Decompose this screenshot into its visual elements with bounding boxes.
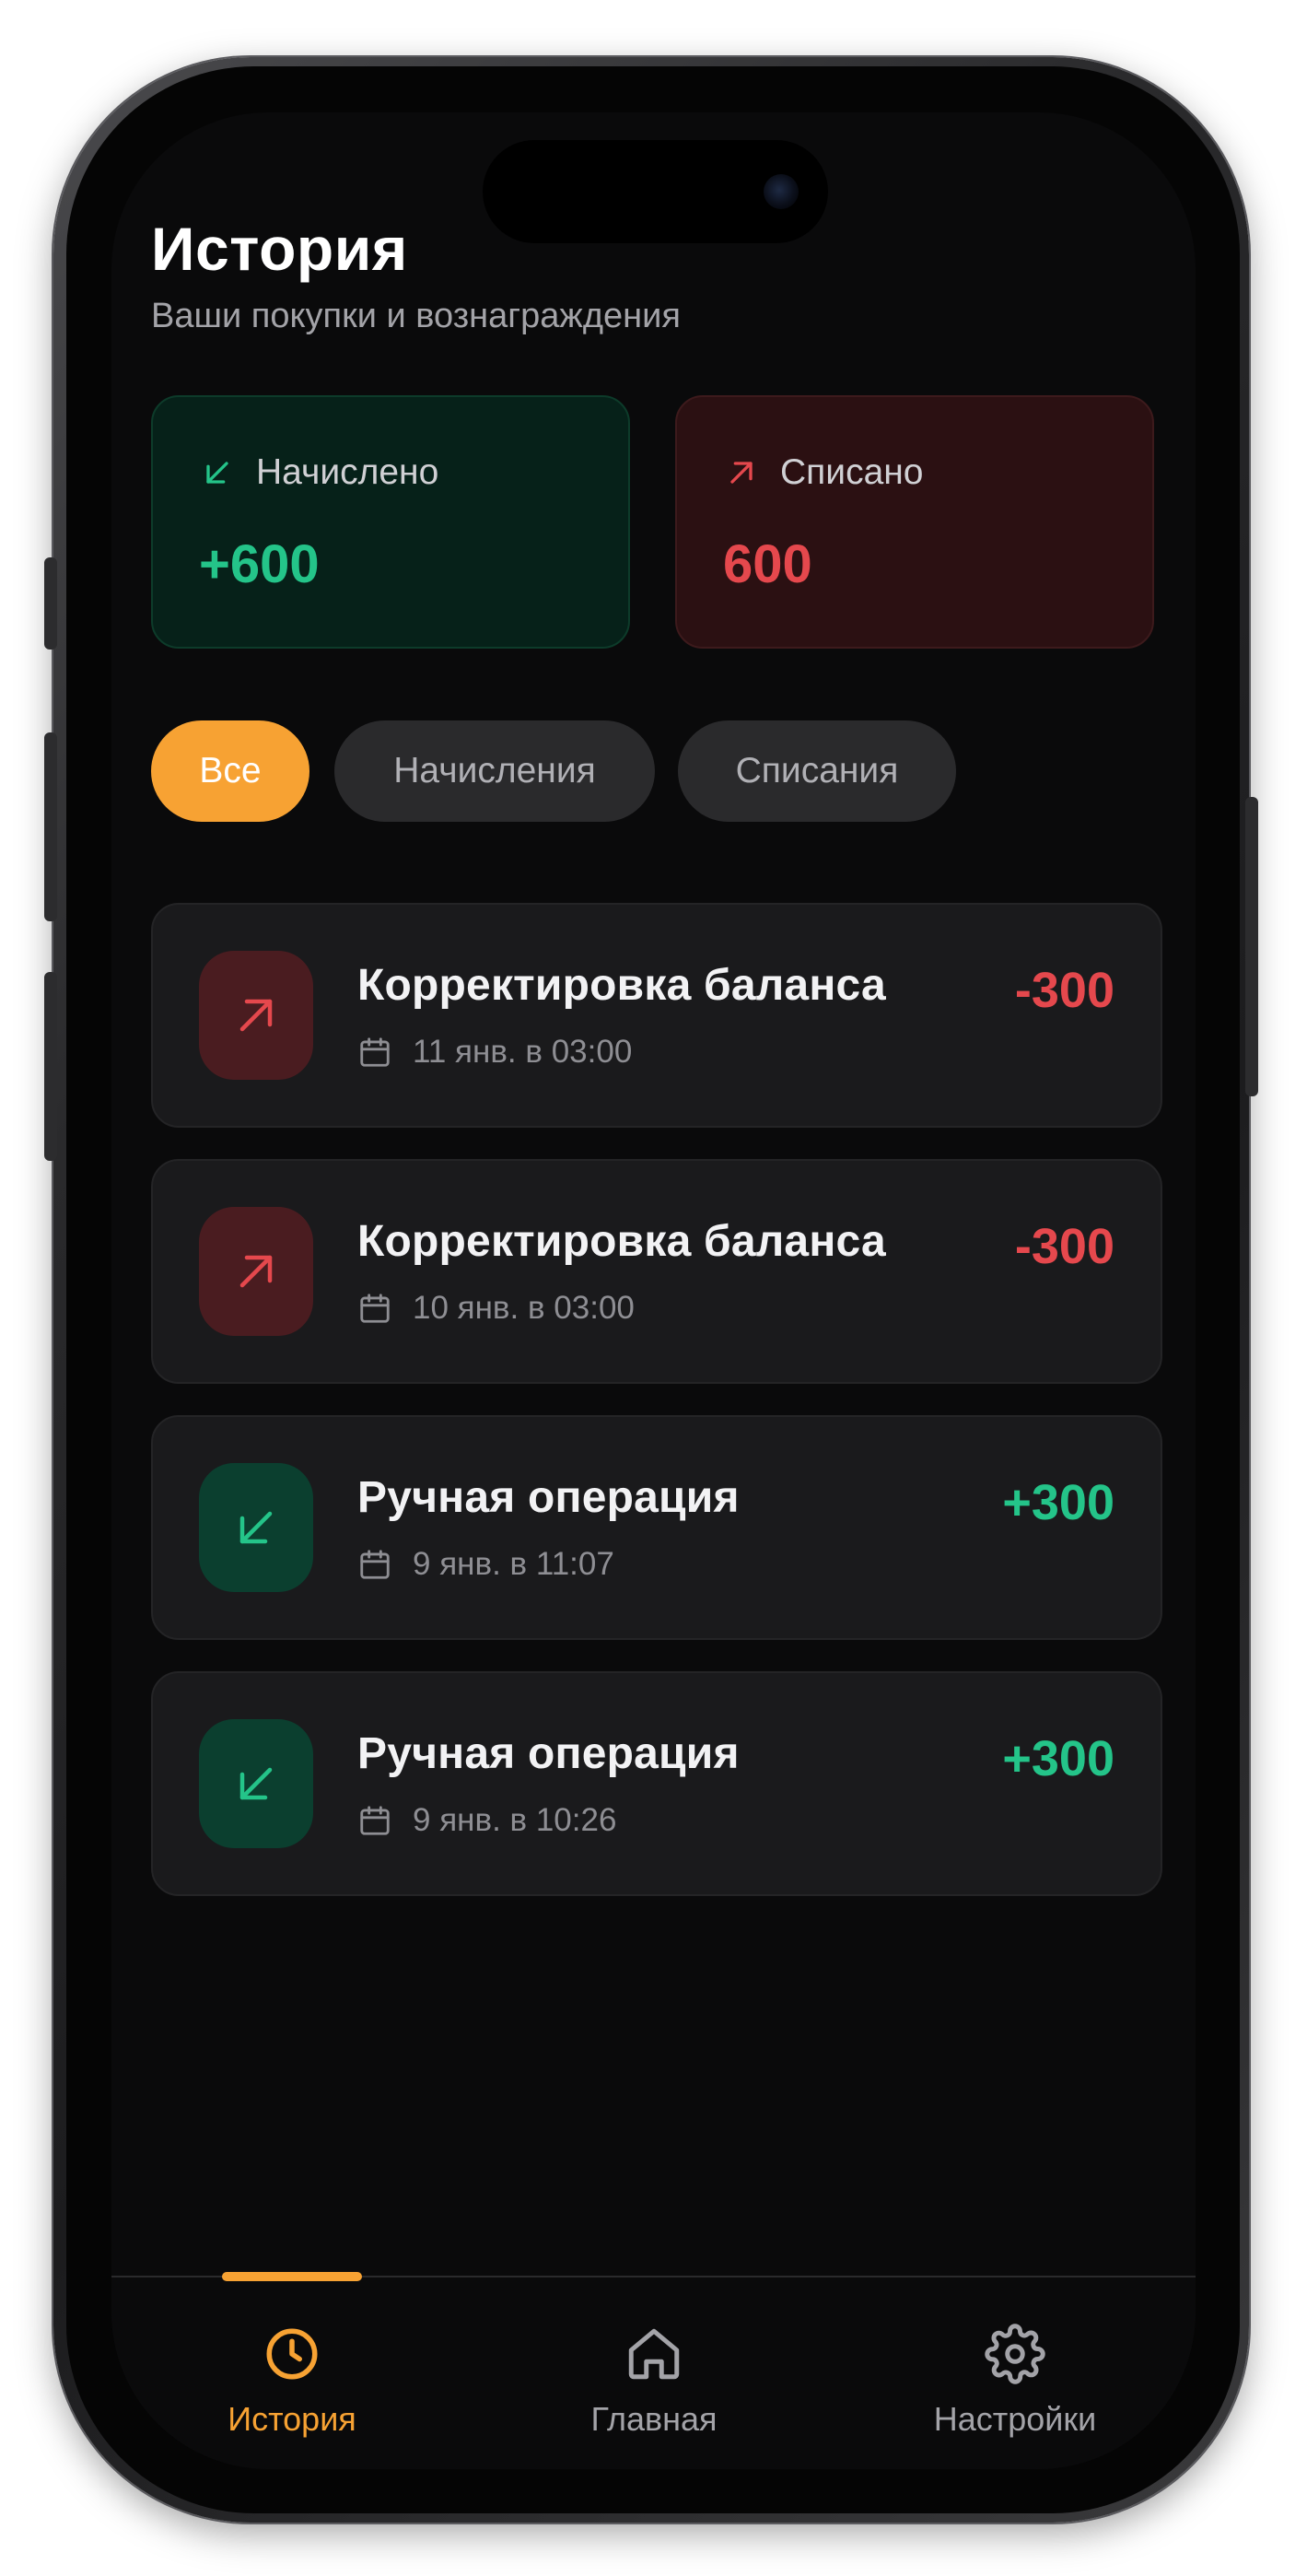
arrow-down-left-icon <box>206 462 228 484</box>
volume-down-button <box>44 972 57 1161</box>
transaction-title: Ручная операция <box>357 1729 740 1778</box>
summary-debited-label: Списано <box>780 452 924 492</box>
summary-debited-header: Списано <box>723 452 924 493</box>
screen: История Ваши покупки и вознаграждения На… <box>111 112 1196 2469</box>
tab-settings-label: Настройки <box>933 2400 1097 2438</box>
calendar-icon <box>360 1806 390 1835</box>
transaction-date: 9 янв. в 10:26 <box>357 1802 616 1839</box>
transaction-card[interactable]: Ручная операция 9 янв. в 10:26 +300 <box>151 1671 1162 1896</box>
summary-credited-label: Начислено <box>256 452 439 492</box>
summary-card-debited: Списано 600 <box>675 395 1154 649</box>
summary-credited-value: +600 <box>199 534 320 594</box>
calendar-icon <box>360 1294 390 1323</box>
transaction-card[interactable]: Корректировка баланса 11 янв. в 03:00 -3… <box>151 903 1162 1128</box>
action-button <box>44 557 57 650</box>
transaction-icon-badge <box>199 951 313 1080</box>
transaction-card[interactable]: Ручная операция 9 янв. в 11:07 +300 <box>151 1415 1162 1640</box>
tab-history-label: История <box>228 2400 356 2438</box>
transaction-amount: -300 <box>1014 963 1114 1018</box>
transaction-date-text: 11 янв. в 03:00 <box>413 1034 633 1070</box>
camera-icon <box>764 174 799 209</box>
tab-home[interactable]: Главная <box>473 2277 834 2469</box>
transaction-icon-badge <box>199 1207 313 1336</box>
arrow-up-right-icon <box>239 1255 273 1288</box>
transaction-icon-badge <box>199 1719 313 1848</box>
arrow-up-right-icon <box>730 462 753 484</box>
filter-chip-all[interactable]: Все <box>151 720 309 822</box>
power-button <box>1245 797 1258 1096</box>
transaction-title: Корректировка баланса <box>357 1217 886 1266</box>
transaction-icon-badge <box>199 1463 313 1592</box>
arrow-down-left-icon <box>239 1767 273 1800</box>
summary-credited-header: Начислено <box>199 452 438 493</box>
arrow-down-left-icon <box>239 1511 273 1544</box>
summary-debited-value: 600 <box>723 534 812 594</box>
home-icon <box>628 2328 680 2380</box>
page-title: История <box>151 215 408 283</box>
transaction-date: 10 янв. в 03:00 <box>357 1290 635 1327</box>
transaction-date-text: 9 янв. в 10:26 <box>413 1802 617 1838</box>
filter-chip-credits[interactable]: Начисления <box>334 720 655 822</box>
transaction-date-text: 9 янв. в 11:07 <box>413 1546 614 1582</box>
summary-card-credited: Начислено +600 <box>151 395 630 649</box>
transaction-amount: -300 <box>1014 1219 1114 1274</box>
volume-up-button <box>44 732 57 921</box>
calendar-icon <box>360 1037 390 1067</box>
transaction-amount: +300 <box>1002 1475 1114 1530</box>
tab-bar: История Главная Настройки <box>111 2272 1196 2469</box>
gear-icon <box>985 2324 1045 2384</box>
transaction-date-text: 10 янв. в 03:00 <box>413 1290 635 1326</box>
transaction-title: Корректировка баланса <box>357 961 886 1010</box>
calendar-icon <box>360 1550 390 1579</box>
tab-settings[interactable]: Настройки <box>834 2277 1196 2469</box>
transaction-title: Ручная операция <box>357 1473 740 1522</box>
page-subtitle: Ваши покупки и вознаграждения <box>151 297 681 335</box>
tab-active-indicator <box>222 2272 362 2281</box>
transaction-date: 11 янв. в 03:00 <box>357 1034 632 1071</box>
dynamic-island <box>483 140 828 243</box>
transaction-card[interactable]: Корректировка баланса 10 янв. в 03:00 -3… <box>151 1159 1162 1384</box>
clock-icon <box>266 2328 318 2380</box>
filter-chip-debits[interactable]: Списания <box>678 720 956 822</box>
tab-home-label: Главная <box>590 2400 718 2438</box>
transaction-amount: +300 <box>1002 1731 1114 1786</box>
tab-history[interactable]: История <box>111 2272 473 2469</box>
arrow-up-right-icon <box>239 999 273 1032</box>
transaction-date: 9 янв. в 11:07 <box>357 1546 614 1583</box>
